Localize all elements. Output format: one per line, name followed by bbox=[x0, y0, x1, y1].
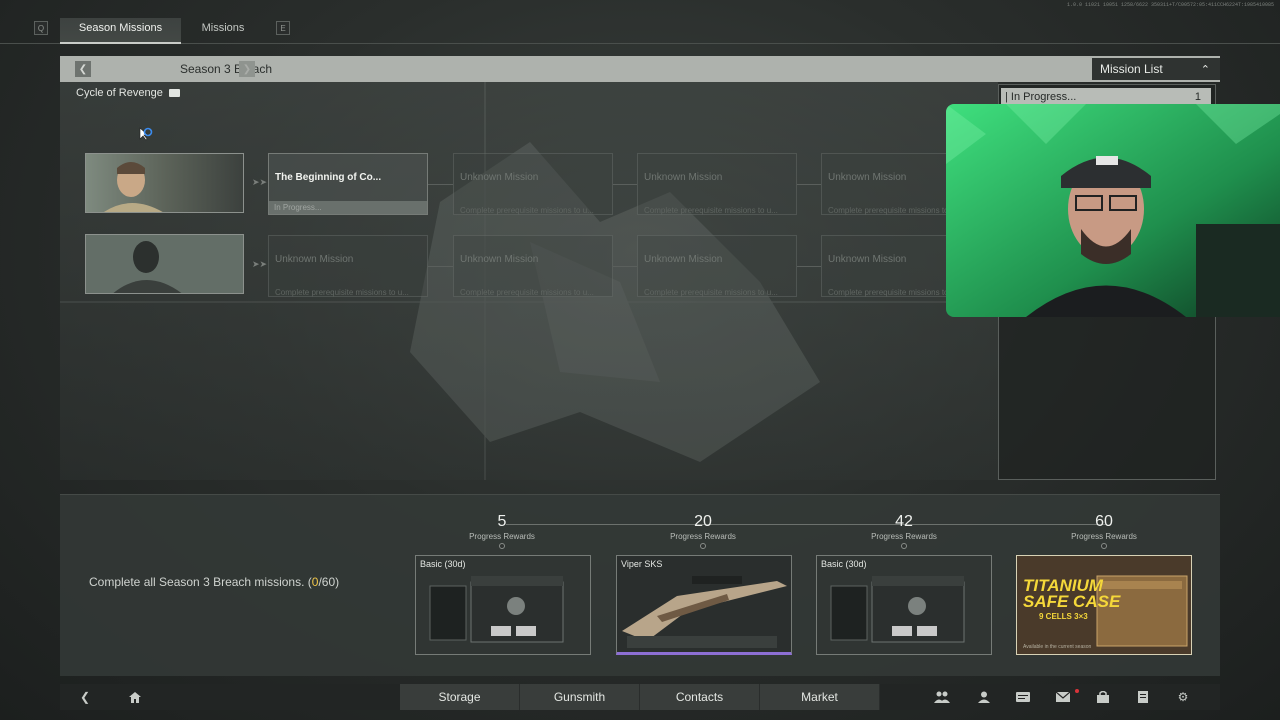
safe-case-footnote: Available in the current season bbox=[1023, 644, 1092, 650]
mission-name: Unknown Mission bbox=[644, 172, 723, 183]
mission-description: Complete prerequisite missions to u... bbox=[460, 206, 594, 215]
mission-name: Unknown Mission bbox=[828, 254, 907, 265]
season-title: Season 3 Breach bbox=[179, 62, 273, 76]
mission-card[interactable]: The Beginning of Co... In Progress... bbox=[268, 153, 428, 215]
webcam-overlay bbox=[946, 104, 1280, 317]
mission-name: Unknown Mission bbox=[644, 254, 723, 265]
tier-threshold: 5 bbox=[497, 513, 507, 530]
notes-icon[interactable] bbox=[1134, 688, 1152, 706]
tab-next-key-hint[interactable]: E bbox=[276, 21, 290, 35]
home-icon[interactable] bbox=[126, 688, 144, 706]
mission-description: Complete prerequisite missions to u... bbox=[644, 206, 778, 215]
season-prev-button[interactable]: ❮ bbox=[75, 61, 91, 77]
season-next-button[interactable]: ❯ bbox=[239, 61, 255, 77]
mission-status: In Progress... bbox=[269, 201, 427, 214]
video-camera-icon[interactable] bbox=[168, 89, 180, 97]
tier-label: Progress Rewards bbox=[469, 532, 535, 541]
mission-card[interactable]: Unknown Mission Complete prerequisite mi… bbox=[268, 235, 428, 297]
filter-label: | In Progress... bbox=[1005, 90, 1077, 103]
safe-case-title-line2: SAFE CASE bbox=[1023, 592, 1121, 611]
mission-name: Unknown Mission bbox=[460, 254, 539, 265]
mission-name: The Beginning of Co... bbox=[275, 172, 382, 183]
arrow-connector-icon: ➤➤ bbox=[252, 259, 268, 269]
mission-connector-line bbox=[428, 266, 453, 267]
nav-tab-gunsmith[interactable]: Gunsmith bbox=[520, 684, 640, 710]
tier-threshold: 20 bbox=[694, 513, 712, 530]
nav-tab-market[interactable]: Market bbox=[760, 684, 880, 710]
cycle-label: Cycle of Revenge bbox=[76, 87, 180, 99]
safe-case-subtitle: 9 CELLS 3×3 bbox=[1039, 612, 1088, 621]
mission-name: Unknown Mission bbox=[275, 254, 354, 265]
season-completion-text: Complete all Season 3 Breach missions. (… bbox=[89, 575, 339, 589]
safe-icon[interactable] bbox=[1094, 688, 1112, 706]
tab-prev-key-hint[interactable]: Q bbox=[34, 21, 48, 35]
chevron-up-icon: ⌃ bbox=[1200, 63, 1210, 76]
tier-threshold: 60 bbox=[1095, 513, 1113, 530]
season-header: ❮ Season 3 Breach ❯ Mission List ⌃ bbox=[60, 56, 1220, 82]
settings-icon[interactable]: ⚙ bbox=[1174, 688, 1192, 706]
reward-card[interactable]: TITANIUM SAFE CASE 9 CELLS 3×3 Available… bbox=[1016, 555, 1192, 655]
case-image bbox=[416, 556, 590, 654]
mission-card[interactable]: Unknown Mission Complete prerequisite mi… bbox=[453, 153, 613, 215]
completion-text-pre: Complete all Season 3 Breach missions. ( bbox=[89, 575, 312, 589]
mission-description: Complete prerequisite missions to u... bbox=[460, 288, 594, 297]
soldier-portrait-image bbox=[86, 154, 243, 212]
mission-card[interactable]: Unknown Mission Complete prerequisite mi… bbox=[453, 235, 613, 297]
nav-tab-storage[interactable]: Storage bbox=[400, 684, 520, 710]
mission-description: Complete prerequisite missions to u... bbox=[644, 288, 778, 297]
reward-card[interactable]: Basic (30d) bbox=[816, 555, 992, 655]
mission-connector-line bbox=[613, 266, 637, 267]
mission-description: Complete prerequisite missions to u... bbox=[275, 288, 409, 297]
safe-case-title: TITANIUM SAFE CASE bbox=[1023, 577, 1121, 611]
character-portrait-2[interactable] bbox=[85, 234, 244, 294]
mail-icon[interactable] bbox=[1054, 688, 1072, 706]
mission-connector-line bbox=[797, 266, 821, 267]
tab-missions[interactable]: Missions bbox=[186, 18, 260, 44]
reward-name: Basic (30d) bbox=[821, 559, 867, 569]
chevron-right-icon: ❯ bbox=[242, 63, 252, 75]
case-image bbox=[817, 556, 991, 654]
tier-label: Progress Rewards bbox=[670, 532, 736, 541]
cycle-title: Cycle of Revenge bbox=[76, 87, 163, 99]
completion-text-post: /60) bbox=[318, 575, 340, 589]
chevron-left-icon: ❮ bbox=[78, 63, 88, 75]
mission-card[interactable]: Unknown Mission Complete prerequisite mi… bbox=[637, 153, 797, 215]
tier-label: Progress Rewards bbox=[871, 532, 937, 541]
mission-connector-line bbox=[613, 184, 637, 185]
mission-list-toggle[interactable]: Mission List ⌃ bbox=[1092, 58, 1220, 80]
mission-connector-line bbox=[797, 184, 821, 185]
mission-card[interactable]: Unknown Mission Complete prerequisite mi… bbox=[637, 235, 797, 297]
rifle-image bbox=[617, 556, 791, 652]
mail-notification-badge bbox=[1075, 689, 1079, 693]
tier-threshold: 42 bbox=[895, 513, 913, 530]
reward-card[interactable]: Viper SKS bbox=[616, 555, 792, 655]
character-portrait-1[interactable] bbox=[85, 153, 244, 213]
mouse-cursor bbox=[139, 127, 157, 146]
streamer-webcam-image bbox=[946, 104, 1280, 317]
mission-connector-line bbox=[428, 184, 453, 185]
squad-icon[interactable] bbox=[933, 688, 951, 706]
mission-list-label: Mission List bbox=[1100, 62, 1163, 76]
mission-list-filter-row[interactable]: | In Progress... 1 bbox=[1001, 88, 1211, 105]
reward-name: Viper SKS bbox=[621, 559, 663, 569]
reward-card[interactable]: Basic (30d) bbox=[415, 555, 591, 655]
profile-icon[interactable] bbox=[975, 688, 993, 706]
back-icon[interactable]: ❮ bbox=[76, 688, 94, 706]
tier-marker bbox=[499, 543, 505, 549]
filter-count: 1 bbox=[1194, 90, 1201, 103]
tier-marker bbox=[700, 543, 706, 549]
reward-name: Basic (30d) bbox=[420, 559, 466, 569]
mission-name: Unknown Mission bbox=[828, 172, 907, 183]
tier-marker bbox=[901, 543, 907, 549]
tier-marker bbox=[1101, 543, 1107, 549]
mission-name: Unknown Mission bbox=[460, 172, 539, 183]
chat-icon[interactable] bbox=[1014, 688, 1032, 706]
hud-debug-text: 1.0.0 11021 10051 1258/6622 350311+T/C00… bbox=[1066, 2, 1274, 8]
nav-tab-contacts[interactable]: Contacts bbox=[640, 684, 760, 710]
tier-label: Progress Rewards bbox=[1071, 532, 1137, 541]
arrow-connector-icon: ➤➤ bbox=[252, 177, 268, 187]
tab-season-missions[interactable]: Season Missions bbox=[60, 18, 181, 44]
masked-operator-image bbox=[86, 235, 243, 293]
